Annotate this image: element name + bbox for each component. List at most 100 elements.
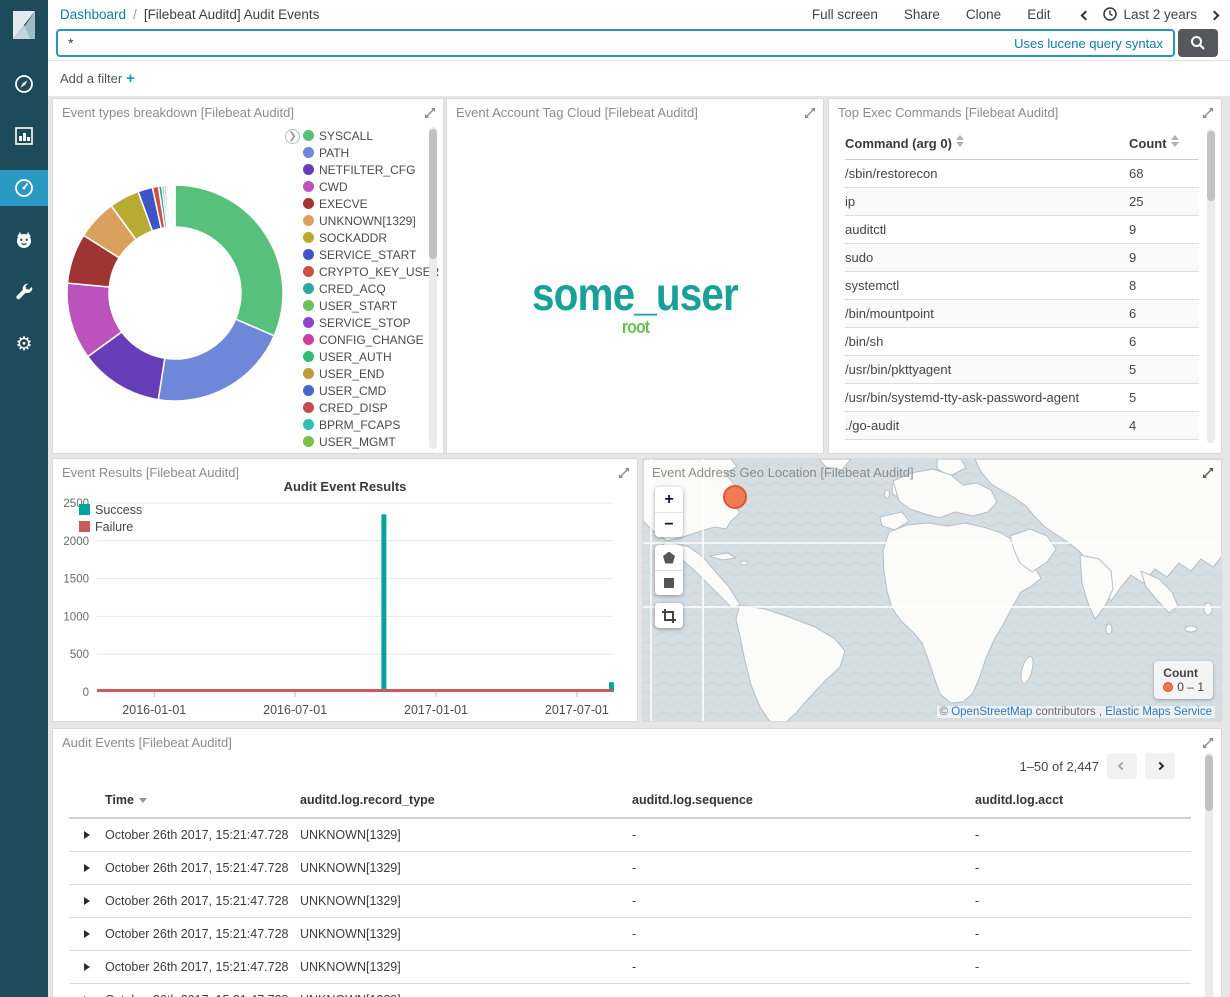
table-scrollbar-thumb[interactable] bbox=[1207, 131, 1215, 201]
legend-item[interactable]: SERVICE_STOP bbox=[303, 314, 431, 331]
next-page-button[interactable] bbox=[1145, 753, 1175, 779]
sidebar-item-dev-tools[interactable] bbox=[0, 274, 48, 310]
elastic-maps-service-link[interactable]: Elastic Maps Service bbox=[1105, 706, 1212, 718]
table-row[interactable]: October 26th 2017, 15:21:47.728UNKNOWN[1… bbox=[69, 951, 1191, 984]
map[interactable]: Event Address Geo Location [Filebeat Aud… bbox=[643, 459, 1221, 721]
expand-panel-icon[interactable] bbox=[424, 106, 436, 124]
table-row[interactable]: ip25 bbox=[845, 188, 1199, 216]
column-header-command[interactable]: Command (arg 0) bbox=[845, 135, 1129, 151]
legend-item[interactable]: PATH bbox=[303, 144, 431, 161]
panel-title: Audit Events [Filebeat Auditd] bbox=[62, 735, 232, 750]
expand-row-icon[interactable] bbox=[84, 930, 90, 938]
table-row[interactable]: October 26th 2017, 15:21:47.728UNKNOWN[1… bbox=[69, 819, 1191, 852]
legend-item[interactable]: USER_MGMT bbox=[303, 433, 431, 450]
column-header-record-type[interactable]: auditd.log.record_type bbox=[300, 793, 632, 807]
lucene-syntax-link[interactable]: Uses lucene query syntax bbox=[1014, 36, 1173, 51]
table-row[interactable]: /bin/sh6 bbox=[845, 328, 1199, 356]
sequence-cell: - bbox=[632, 960, 975, 974]
table-row[interactable]: /usr/bin/pkttyagent5 bbox=[845, 356, 1199, 384]
sidebar-item-dashboard[interactable] bbox=[0, 170, 48, 206]
success-bar-2016-11-20[interactable] bbox=[381, 514, 386, 692]
search-button[interactable] bbox=[1178, 29, 1218, 57]
expand-panel-icon[interactable] bbox=[1202, 736, 1214, 754]
table-scrollbar-thumb[interactable] bbox=[1205, 755, 1213, 811]
column-header-sequence[interactable]: auditd.log.sequence bbox=[632, 793, 975, 807]
tag-some_user[interactable]: some_user bbox=[532, 270, 738, 318]
column-header-count[interactable]: Count bbox=[1129, 135, 1199, 151]
legend-item[interactable]: CRYPTO_SESSION bbox=[303, 450, 431, 454]
expand-row-icon[interactable] bbox=[84, 864, 90, 872]
failure-baseline-bar[interactable] bbox=[97, 689, 613, 692]
legend-item[interactable]: USER_AUTH bbox=[303, 348, 431, 365]
previous-page-button[interactable] bbox=[1107, 753, 1137, 779]
draw-polygon-button[interactable] bbox=[655, 545, 683, 570]
legend-item[interactable]: CWD bbox=[303, 178, 431, 195]
legend-item[interactable]: USER_END bbox=[303, 365, 431, 382]
edit-button[interactable]: Edit bbox=[1027, 7, 1050, 22]
zoom-in-button[interactable]: + bbox=[655, 487, 683, 512]
expand-panel-icon[interactable] bbox=[618, 466, 630, 484]
tag-root[interactable]: root bbox=[621, 318, 648, 337]
legend-item-failure[interactable]: Failure bbox=[79, 518, 142, 535]
legend-item[interactable]: UNKNOWN[1329] bbox=[303, 212, 431, 229]
expand-row-icon[interactable] bbox=[84, 831, 90, 839]
column-header-time[interactable]: Time bbox=[105, 793, 300, 807]
time-picker[interactable]: Last 2 years bbox=[1103, 7, 1197, 22]
breadcrumb-dashboard-link[interactable]: Dashboard bbox=[60, 7, 126, 22]
legend-item[interactable]: CONFIG_CHANGE bbox=[303, 331, 431, 348]
expand-panel-icon[interactable] bbox=[1202, 466, 1214, 484]
donut-chart[interactable] bbox=[57, 127, 297, 447]
table-row[interactable]: /sbin/restorecon68 bbox=[845, 160, 1199, 188]
expand-panel-icon[interactable] bbox=[804, 106, 816, 124]
table-row[interactable]: /bin/mountpoint6 bbox=[845, 300, 1199, 328]
legend-item[interactable]: CRED_ACQ bbox=[303, 280, 431, 297]
donut-slice-SYSCALL[interactable] bbox=[175, 185, 283, 336]
legend-item[interactable]: CRYPTO_KEY_USER bbox=[303, 263, 431, 280]
share-button[interactable]: Share bbox=[904, 7, 940, 22]
expand-row-icon[interactable] bbox=[84, 963, 90, 971]
full-screen-button[interactable]: Full screen bbox=[812, 7, 878, 22]
legend-item[interactable]: EXECVE bbox=[303, 195, 431, 212]
time-forward-button[interactable] bbox=[1211, 7, 1218, 22]
table-row[interactable]: auditctl9 bbox=[845, 216, 1199, 244]
legend-item[interactable]: BPRM_FCAPS bbox=[303, 416, 431, 433]
sidebar-item-discover[interactable] bbox=[0, 66, 48, 102]
clone-button[interactable]: Clone bbox=[966, 7, 1001, 22]
legend-item-success[interactable]: Success bbox=[79, 501, 142, 518]
table-row[interactable]: October 26th 2017, 15:21:47.728UNKNOWN[1… bbox=[69, 918, 1191, 951]
table-row[interactable]: ./go-audit4 bbox=[845, 412, 1199, 440]
svg-text:500: 500 bbox=[70, 649, 89, 661]
donut-slice-PATH[interactable] bbox=[158, 319, 274, 401]
zoom-out-button[interactable]: − bbox=[655, 512, 683, 537]
table-row[interactable]: /usr/bin/systemd-tty-ask-password-agent5 bbox=[845, 384, 1199, 412]
legend-item[interactable]: SOCKADDR bbox=[303, 229, 431, 246]
table-row[interactable]: October 26th 2017, 15:21:47.728UNKNOWN[1… bbox=[69, 852, 1191, 885]
table-row[interactable]: sudo9 bbox=[845, 244, 1199, 272]
table-row[interactable]: October 26th 2017, 15:21:47.728UNKNOWN[1… bbox=[69, 984, 1191, 997]
sidebar-item-timelion[interactable] bbox=[0, 222, 48, 258]
legend-item[interactable]: CRED_DISP bbox=[303, 399, 431, 416]
legend-item[interactable]: SERVICE_START bbox=[303, 246, 431, 263]
expand-panel-icon[interactable] bbox=[1202, 106, 1214, 124]
add-filter-button[interactable]: Add a filter+ bbox=[60, 70, 135, 87]
search-input[interactable] bbox=[58, 35, 1014, 51]
legend-scrollbar-thumb[interactable] bbox=[429, 129, 437, 259]
openstreetmap-link[interactable]: OpenStreetMap bbox=[951, 706, 1032, 718]
time-back-button[interactable] bbox=[1082, 7, 1089, 22]
draw-rectangle-button[interactable] bbox=[655, 570, 683, 595]
legend-item[interactable]: SYSCALL bbox=[303, 127, 431, 144]
fit-bounds-button[interactable] bbox=[655, 603, 683, 628]
column-header-acct[interactable]: auditd.log.acct bbox=[975, 793, 1191, 807]
sidebar-item-visualize[interactable] bbox=[0, 118, 48, 154]
legend-item[interactable]: NETFILTER_CFG bbox=[303, 161, 431, 178]
sidebar-item-management[interactable]: ⚙ bbox=[0, 326, 48, 362]
legend-item[interactable]: USER_START bbox=[303, 297, 431, 314]
legend-item[interactable]: USER_CMD bbox=[303, 382, 431, 399]
kibana-logo[interactable] bbox=[0, 0, 48, 50]
bar-chart[interactable]: 050010001500200025002016-01-012016-07-01… bbox=[53, 459, 638, 722]
table-row[interactable]: October 26th 2017, 15:21:47.728UNKNOWN[1… bbox=[69, 885, 1191, 918]
table-row[interactable]: systemctl8 bbox=[845, 272, 1199, 300]
legend-toggle-button[interactable]: ❯ bbox=[285, 129, 300, 144]
donut-slice-CRYPTO_SESSION[interactable] bbox=[174, 185, 175, 227]
expand-row-icon[interactable] bbox=[84, 897, 90, 905]
